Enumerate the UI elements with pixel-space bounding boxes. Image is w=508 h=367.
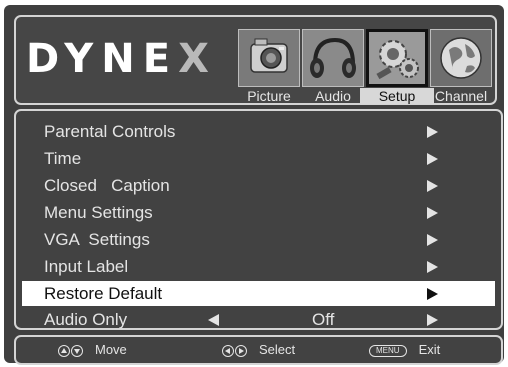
chevron-right-icon — [427, 207, 438, 219]
menu-item-label: Closed Caption — [44, 176, 170, 195]
move-hint: Move — [58, 337, 127, 363]
chevron-right-icon[interactable] — [427, 314, 438, 326]
tab-label: Audio — [315, 88, 351, 104]
menu-item-label: Audio Only — [44, 310, 128, 329]
menu-item-closed-caption[interactable]: Closed Caption — [22, 173, 495, 198]
chevron-right-icon — [427, 288, 438, 300]
tab-picture[interactable]: Picture — [238, 29, 300, 105]
select-label: Select — [259, 342, 296, 357]
camera-icon — [238, 29, 300, 87]
menu-item-restore-default[interactable]: Restore Default — [22, 281, 495, 306]
gears-icon — [366, 29, 428, 87]
menu-item-menu-settings[interactable]: Menu Settings — [22, 200, 495, 225]
menu-item-label: Restore Default — [44, 284, 163, 303]
chevron-right-icon — [427, 180, 438, 192]
setup-menu-list: Parental Controls Time Closed Caption Me… — [14, 109, 503, 330]
right-arrow-icon — [235, 344, 247, 357]
chevron-right-icon — [427, 261, 438, 273]
tab-setup[interactable]: Setup — [360, 29, 434, 105]
menu-item-label: VGA Settings — [44, 230, 150, 249]
logo-x-letter: X — [178, 36, 217, 82]
chevron-right-icon — [427, 234, 438, 246]
tab-label: Channel — [434, 88, 488, 104]
logo-text: DYNE — [26, 36, 179, 82]
menu-item-label: Time — [44, 149, 82, 168]
move-label: Move — [95, 342, 127, 357]
select-hint: Select — [222, 337, 295, 363]
menu-item-label: Menu Settings — [44, 203, 153, 222]
down-arrow-icon — [71, 344, 83, 357]
menu-item-vga-settings[interactable]: VGA Settings — [22, 227, 495, 252]
tab-label: Picture — [247, 88, 291, 104]
audio-only-value: Off — [312, 310, 335, 329]
up-arrow-icon — [58, 344, 70, 357]
menu-header: DYNEX Picture Audio Setup Channel — [14, 15, 497, 105]
dynex-logo: DYNEX — [26, 39, 217, 79]
left-arrow-icon — [222, 344, 234, 357]
menu-item-time[interactable]: Time — [22, 146, 495, 171]
globe-icon — [430, 29, 492, 87]
chevron-right-icon — [427, 153, 438, 165]
menu-item-label: Parental Controls — [44, 122, 176, 141]
menu-item-input-label[interactable]: Input Label — [22, 254, 495, 279]
menu-item-audio-only[interactable]: Audio Only Off — [22, 307, 495, 332]
setup-menu-screen: DYNEX Picture Audio Setup Channel Parent… — [4, 5, 504, 365]
exit-label: Exit — [418, 342, 441, 357]
headphones-icon — [302, 29, 364, 87]
chevron-right-icon — [427, 126, 438, 138]
help-bar: Move Select MENU Exit — [14, 335, 503, 365]
tab-label: Setup — [360, 88, 434, 104]
menu-item-label: Input Label — [44, 257, 129, 276]
tab-audio[interactable]: Audio — [302, 29, 364, 105]
tab-channel[interactable]: Channel — [430, 29, 492, 105]
exit-hint: MENU Exit — [369, 337, 440, 363]
menu-item-parental-controls[interactable]: Parental Controls — [22, 119, 495, 144]
chevron-left-icon[interactable] — [208, 314, 219, 326]
menu-key-icon: MENU — [369, 344, 407, 357]
